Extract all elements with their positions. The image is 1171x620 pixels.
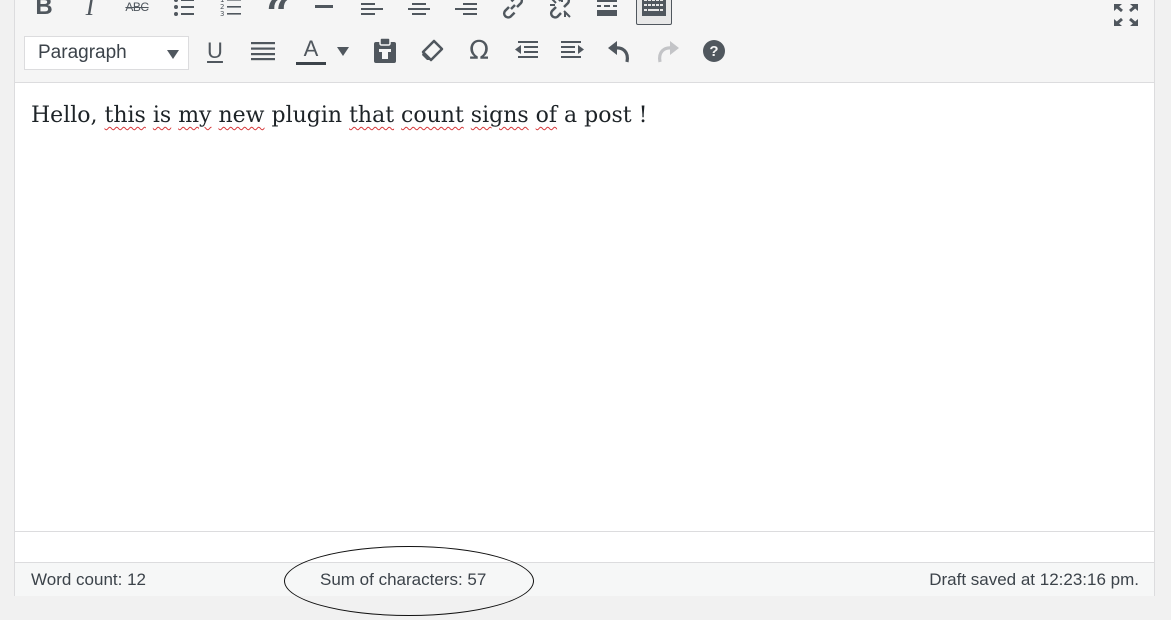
- misspelled-word: count: [401, 103, 464, 128]
- link-icon: [503, 0, 523, 19]
- svg-text:3: 3: [220, 10, 224, 18]
- editor-status-bar: Word count: 12 Sum of characters: 57 Dra…: [15, 546, 1154, 616]
- editor-path-bar: [15, 532, 1154, 563]
- horizontal-line-icon: [315, 5, 333, 8]
- text-color-button[interactable]: A: [293, 33, 329, 69]
- toolbar-toggle-button[interactable]: [636, 0, 672, 25]
- bold-icon: B: [35, 0, 53, 20]
- help-icon: ?: [703, 40, 725, 62]
- align-right-button[interactable]: [448, 0, 484, 25]
- strikethrough-icon: ABC: [125, 0, 149, 14]
- word-count: Word count: 12: [31, 570, 146, 589]
- align-left-icon: [361, 3, 383, 15]
- underline-icon: U: [207, 38, 223, 63]
- help-button[interactable]: ?: [696, 33, 732, 69]
- misspelled-word: signs: [470, 103, 529, 128]
- remove-link-button[interactable]: [542, 0, 578, 25]
- fullscreen-button[interactable]: [1108, 0, 1144, 33]
- outdent-icon: [515, 41, 538, 58]
- paste-as-text-button[interactable]: [367, 33, 403, 69]
- text-run: [464, 103, 471, 128]
- align-right-icon: [455, 3, 477, 15]
- undo-icon: [608, 41, 629, 63]
- text-color-swatch: [296, 61, 326, 65]
- toolbar-row-2: Paragraph U A Ω ?: [15, 33, 1154, 73]
- format-select[interactable]: Paragraph: [24, 36, 189, 70]
- bulleted-list-icon: [174, 0, 194, 16]
- redo-icon: [658, 41, 679, 63]
- horizontal-line-button[interactable]: [307, 0, 343, 25]
- text-run: Hello,: [31, 103, 98, 128]
- text-run: [394, 103, 401, 128]
- omega-icon: Ω: [469, 36, 489, 66]
- format-select-value: Paragraph: [38, 42, 127, 63]
- text-run: [98, 103, 105, 128]
- italic-icon: I: [85, 0, 95, 21]
- unlink-icon: [550, 0, 571, 19]
- align-left-button[interactable]: [354, 0, 390, 25]
- clipboard-icon: [374, 38, 396, 63]
- bulleted-list-button[interactable]: [166, 0, 202, 25]
- justify-button[interactable]: [245, 33, 281, 69]
- read-more-icon: [597, 0, 617, 16]
- editor-content-area[interactable]: Hello, this is my new plugin that count …: [15, 82, 1154, 532]
- text-run: plugin: [264, 103, 350, 128]
- draft-saved-status: Draft saved at 12:23:16 pm.: [929, 570, 1139, 589]
- align-center-button[interactable]: [401, 0, 437, 25]
- undo-button[interactable]: [602, 33, 638, 69]
- strikethrough-button[interactable]: ABC: [119, 0, 155, 25]
- eraser-icon: [421, 39, 444, 62]
- toolbar-row-1: B I ABC 1 2 3 “: [15, 0, 1154, 39]
- fullscreen-icon: [1114, 3, 1138, 27]
- editor-paragraph[interactable]: Hello, this is my new plugin that count …: [31, 103, 647, 128]
- character-count: Sum of characters: 57: [320, 570, 487, 589]
- text-color-icon: A: [303, 35, 319, 61]
- misspelled-word: new: [218, 103, 265, 128]
- align-center-icon: [408, 3, 430, 15]
- redo-button[interactable]: [649, 33, 685, 69]
- increase-indent-button[interactable]: [555, 33, 591, 69]
- text-run: [529, 103, 536, 128]
- numbered-list-button[interactable]: 1 2 3: [213, 0, 249, 25]
- keyboard-icon: [642, 0, 666, 16]
- chevron-down-icon: [337, 46, 349, 56]
- indent-icon: [561, 41, 584, 58]
- bold-button[interactable]: B: [26, 0, 62, 25]
- underline-button[interactable]: U: [197, 33, 233, 69]
- text-color-dropdown[interactable]: [332, 33, 354, 69]
- special-character-button[interactable]: Ω: [461, 33, 497, 69]
- text-run: [146, 103, 153, 128]
- read-more-button[interactable]: [589, 0, 625, 25]
- chevron-down-icon: [167, 50, 179, 59]
- editor-container: B I ABC 1 2 3 “ Paragraph U A Ω ? Hello,…: [14, 0, 1155, 616]
- text-run: a post !: [557, 103, 648, 128]
- decrease-indent-button[interactable]: [508, 33, 544, 69]
- italic-button[interactable]: I: [72, 0, 108, 25]
- blockquote-icon: “: [265, 0, 291, 39]
- misspelled-word: this: [104, 103, 146, 128]
- insert-link-button[interactable]: [495, 0, 531, 25]
- numbered-list-icon: 1 2 3: [220, 0, 241, 18]
- misspelled-word: is: [152, 103, 172, 128]
- justify-icon: [251, 42, 275, 61]
- clear-formatting-button[interactable]: [414, 33, 450, 69]
- blockquote-button[interactable]: “: [260, 0, 296, 39]
- misspelled-word: that: [349, 103, 395, 128]
- misspelled-word: of: [535, 103, 558, 128]
- misspelled-word: my: [178, 103, 212, 128]
